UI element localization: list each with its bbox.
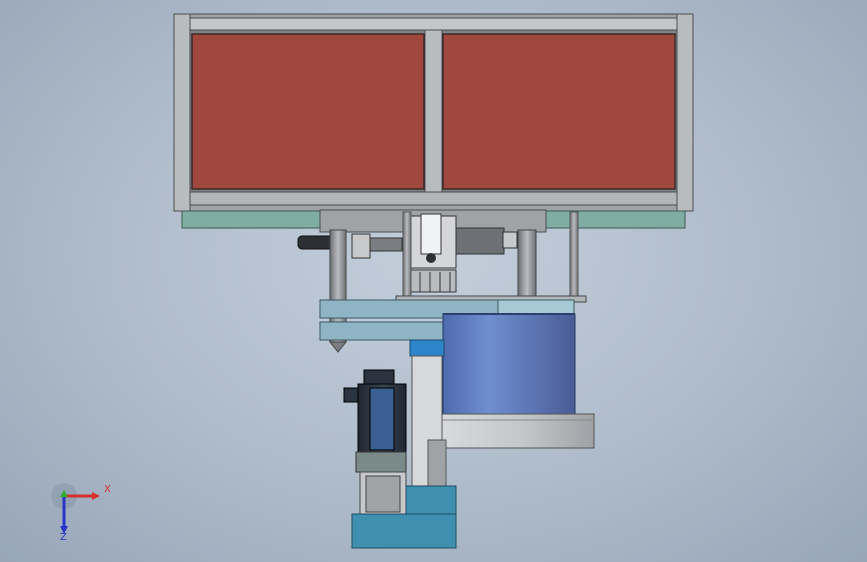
x-axis-arrowhead: [92, 492, 100, 500]
cad-viewport[interactable]: X Y Z: [0, 0, 867, 562]
triad-z-label: Z: [60, 532, 67, 543]
assembly-model[interactable]: [0, 0, 867, 562]
top-frame[interactable]: [173, 13, 694, 212]
vertical-axis[interactable]: [409, 339, 447, 495]
orientation-triad[interactable]: X Y Z: [48, 480, 118, 546]
triad-x-label: X: [104, 484, 111, 495]
left-red-panel[interactable]: [191, 33, 425, 190]
right-red-panel[interactable]: [442, 33, 676, 190]
servo-motor[interactable]: [343, 369, 407, 515]
blue-cylinder[interactable]: [442, 313, 576, 415]
